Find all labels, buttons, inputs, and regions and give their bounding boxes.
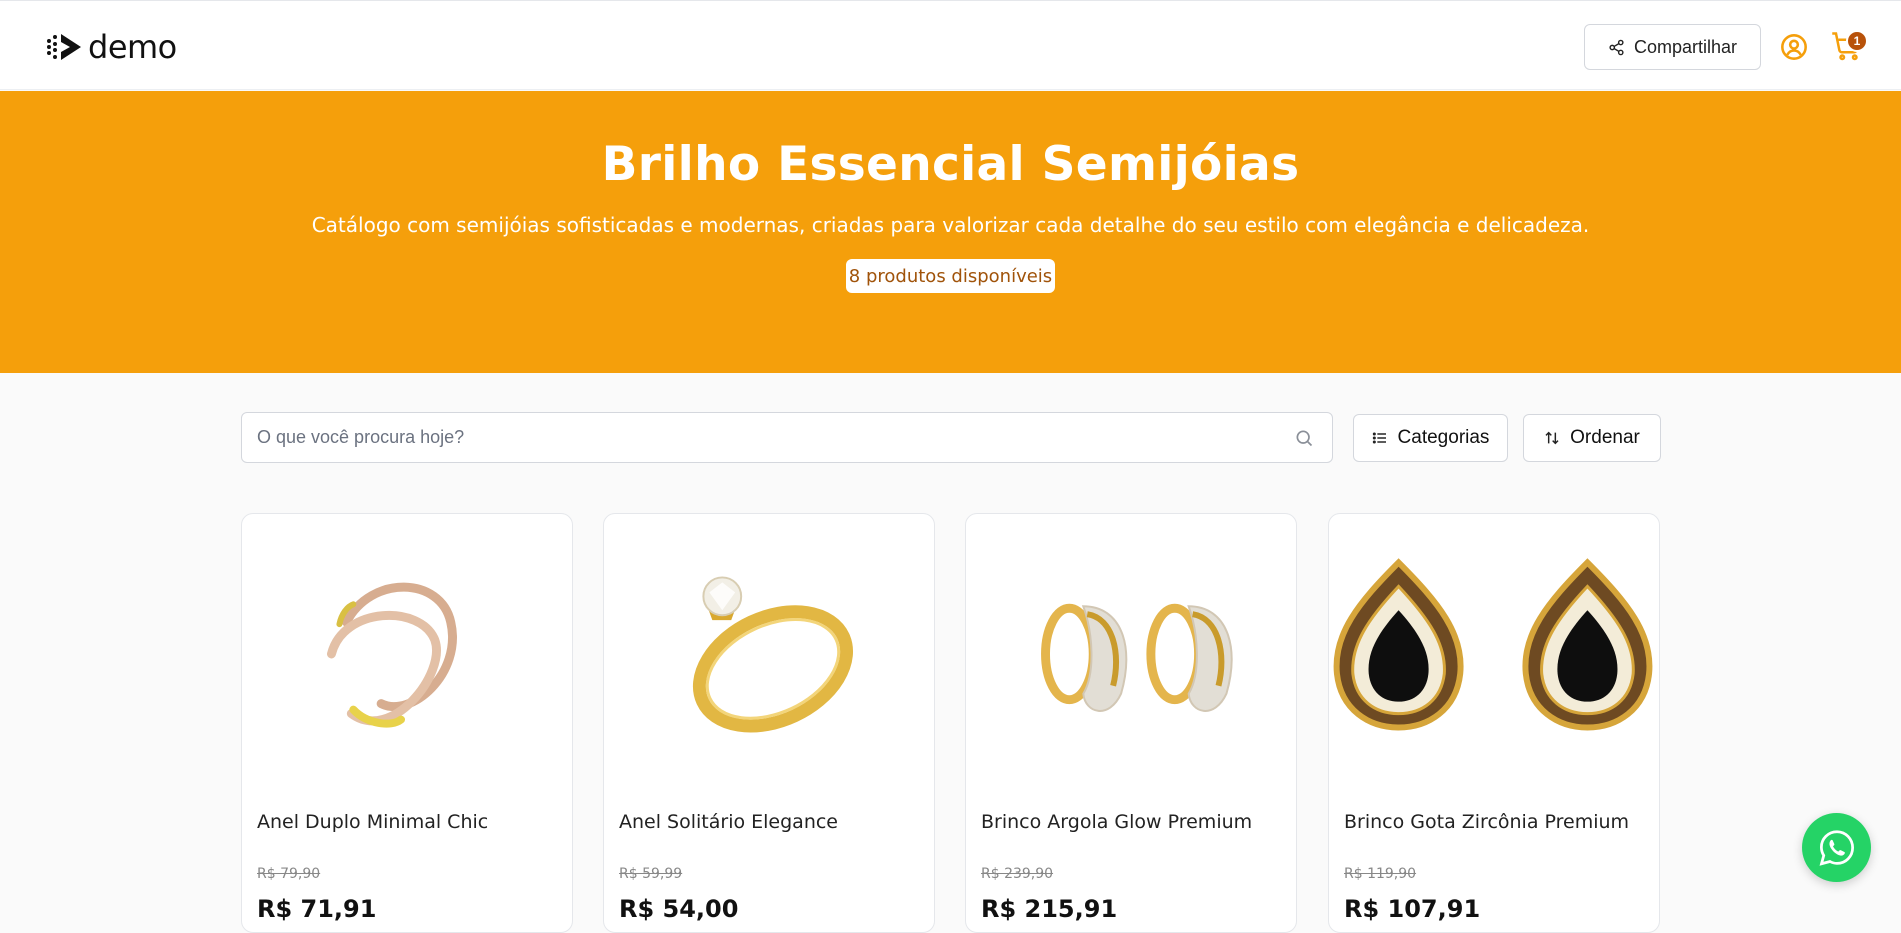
product-price: R$ 71,91 xyxy=(257,895,377,923)
product-price: R$ 54,00 xyxy=(619,895,739,923)
logo-text: demo xyxy=(88,28,177,66)
product-card[interactable]: Brinco Gota Zircônia Premium R$ 119,90 R… xyxy=(1328,513,1660,933)
product-image-teardrop-earrings xyxy=(1333,558,1653,731)
store-title: Brilho Essencial Semijóias xyxy=(601,137,1300,192)
logo-mark-icon xyxy=(47,34,81,60)
share-button[interactable]: Compartilhar xyxy=(1584,24,1761,70)
top-header: demo Compartilhar 1 xyxy=(0,0,1901,90)
product-price: R$ 107,91 xyxy=(1344,895,1481,923)
sort-label: Ordenar xyxy=(1570,427,1640,448)
product-count-badge: 8 produtos disponíveis xyxy=(846,259,1055,293)
store-description: Catálogo com semijóias sofisticadas e mo… xyxy=(311,213,1590,237)
search-input[interactable] xyxy=(242,413,1332,462)
product-card[interactable]: Brinco Argola Glow Premium R$ 239,90 R$ … xyxy=(965,513,1297,933)
logo[interactable]: demo xyxy=(46,31,177,63)
product-old-price: R$ 79,90 xyxy=(257,866,321,882)
product-price: R$ 215,91 xyxy=(981,895,1118,923)
sort-button[interactable]: Ordenar xyxy=(1523,414,1661,462)
product-name: Brinco Argola Glow Premium xyxy=(981,811,1253,833)
product-image-hoop-earrings xyxy=(1041,603,1233,712)
whatsapp-icon xyxy=(1819,829,1854,866)
hero-banner: Brilho Essencial Semijóias Catálogo com … xyxy=(0,91,1901,373)
product-name: Anel Duplo Minimal Chic xyxy=(257,811,489,833)
product-old-price: R$ 239,90 xyxy=(981,866,1054,882)
product-card[interactable]: Anel Solitário Elegance R$ 59,99 R$ 54,0… xyxy=(603,513,935,933)
whatsapp-button[interactable] xyxy=(1802,813,1871,882)
categories-button[interactable]: Categorias xyxy=(1353,414,1508,462)
search-box xyxy=(241,412,1333,463)
product-image-double-ring xyxy=(326,582,457,728)
product-name: Brinco Gota Zircônia Premium xyxy=(1344,811,1630,833)
product-old-price: R$ 119,90 xyxy=(1344,866,1417,882)
product-image-solitaire-ring xyxy=(692,576,854,733)
share-icon xyxy=(1609,39,1624,55)
product-card[interactable]: Anel Duplo Minimal Chic R$ 79,90 R$ 71,9… xyxy=(241,513,573,933)
product-old-price: R$ 59,99 xyxy=(619,866,683,882)
cart-count-badge: 1 xyxy=(1846,30,1868,52)
product-name: Anel Solitário Elegance xyxy=(619,811,838,833)
list-icon xyxy=(1372,432,1386,444)
search-icon[interactable] xyxy=(1294,428,1314,448)
categories-label: Categorias xyxy=(1397,427,1490,448)
sort-arrows-icon xyxy=(1545,431,1559,445)
share-label: Compartilhar xyxy=(1633,36,1738,57)
user-circle-icon[interactable] xyxy=(1780,33,1808,61)
